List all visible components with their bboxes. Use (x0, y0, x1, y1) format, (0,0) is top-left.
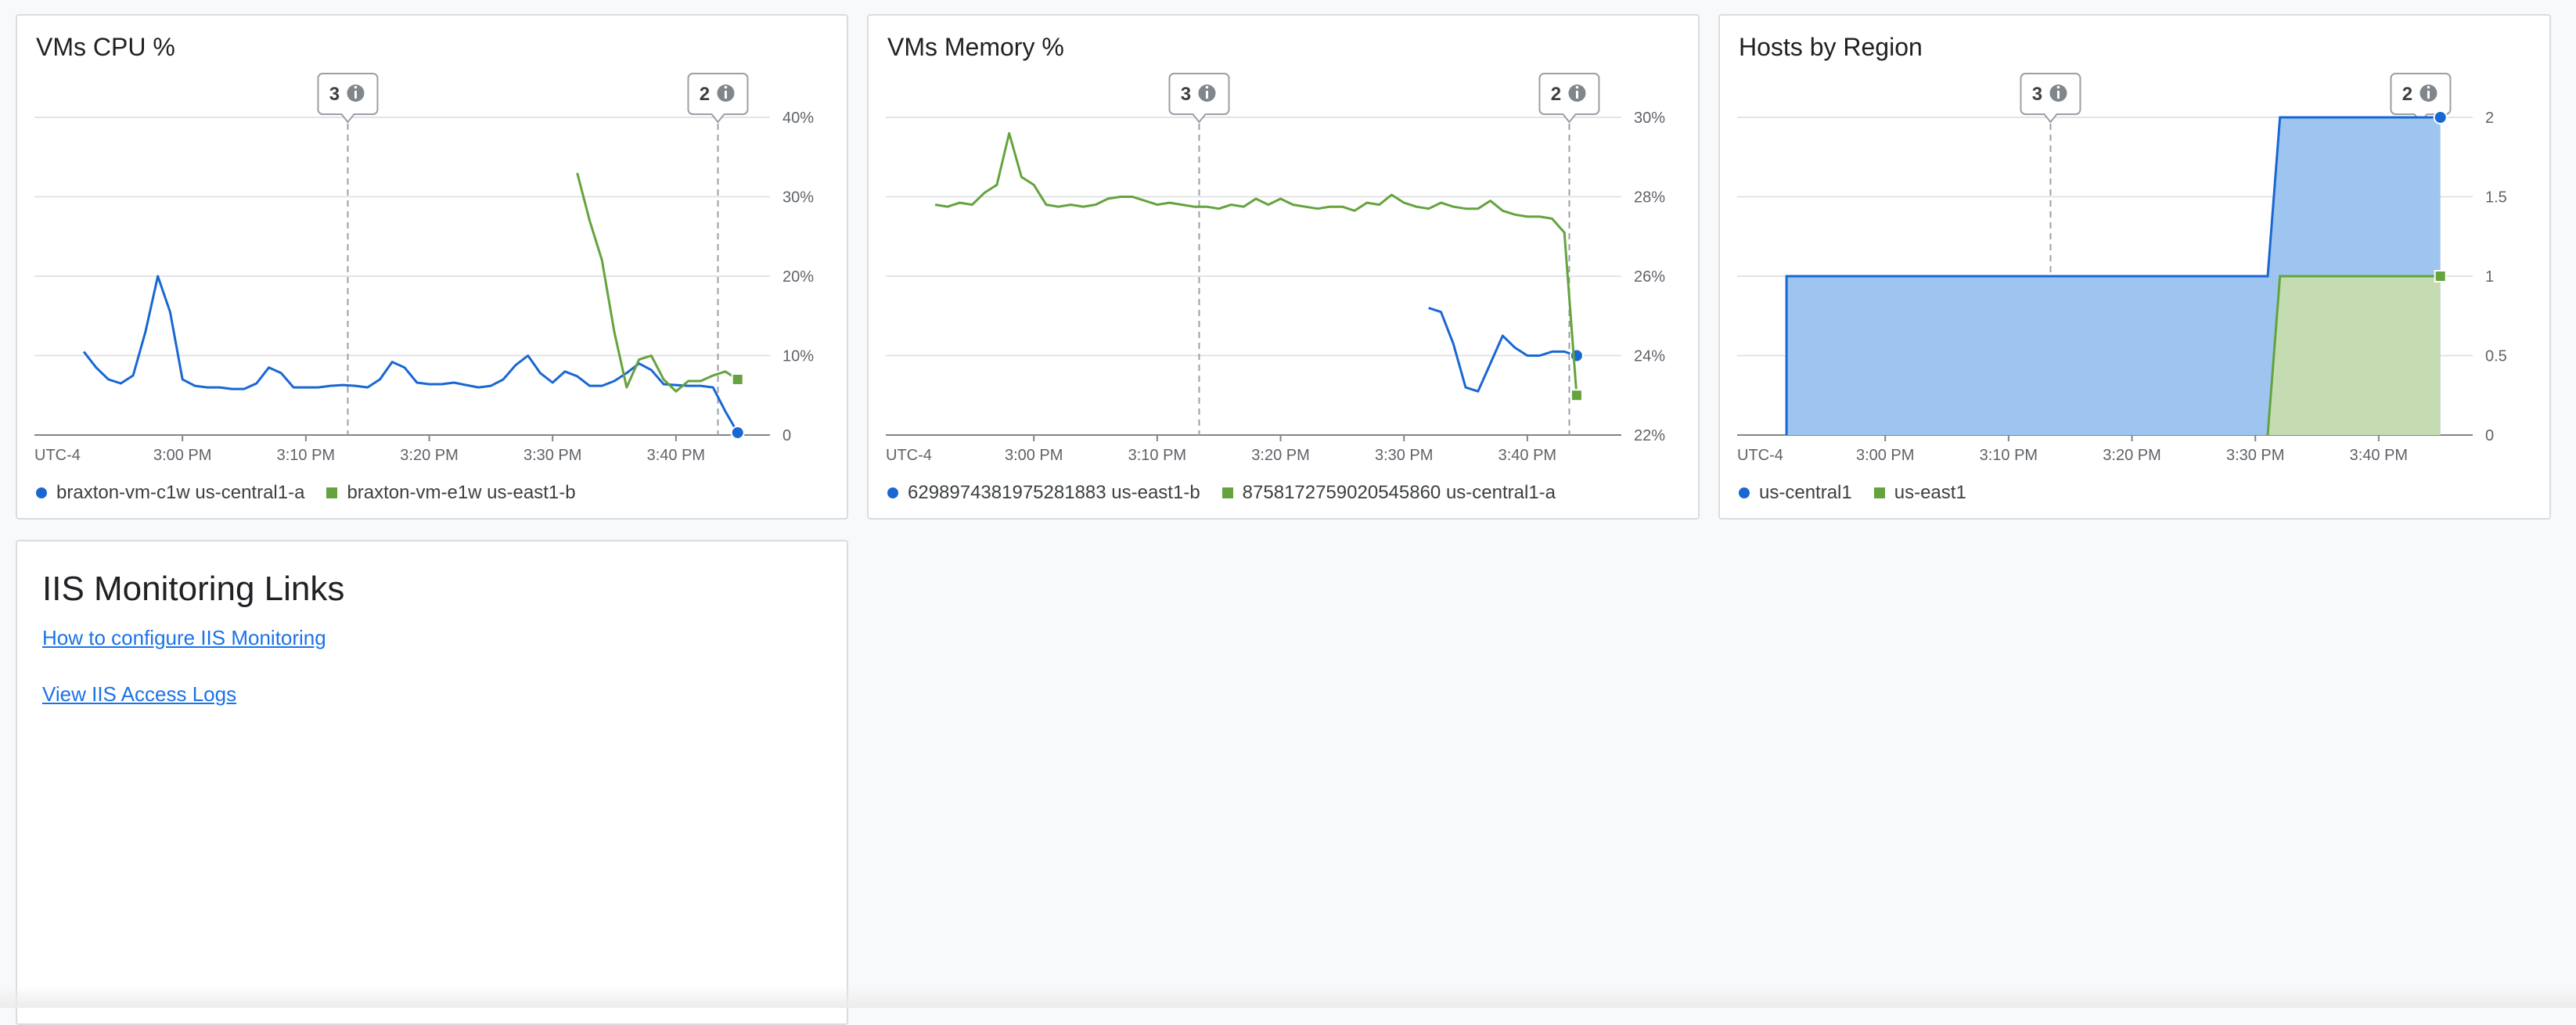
timezone-label: UTC-4 (34, 447, 81, 464)
legend-item[interactable]: 8758172759020545860 us-central1-a (1221, 482, 1556, 504)
info-icon-stem (724, 91, 727, 99)
y-tick-label: 0 (783, 427, 791, 444)
legend-label: 6298974381975281883 us-east1-b (908, 482, 1200, 503)
y-tick-label: 28% (1634, 189, 1665, 207)
x-tick-label: 3:30 PM (2226, 447, 2284, 464)
annotation-count: 3 (2032, 84, 2042, 105)
info-icon-dot (1205, 85, 1209, 89)
series-end-marker (1570, 389, 1583, 402)
legend: braxton-vm-c1w us-central1-a braxton-vm-… (36, 482, 576, 504)
legend-label: us-central1 (1759, 482, 1852, 503)
y-tick-label: 26% (1634, 268, 1665, 286)
info-icon-stem (354, 91, 357, 99)
x-tick-label: 3:10 PM (277, 447, 335, 464)
annotation-badge (1538, 73, 1600, 124)
legend: 6298974381975281883 us-east1-b 875817275… (887, 482, 1556, 504)
legend-dot-icon (1739, 487, 1750, 498)
x-tick-label: 3:00 PM (153, 447, 211, 464)
x-tick-label: 3:20 PM (1251, 447, 1309, 464)
legend-item[interactable]: 6298974381975281883 us-east1-b (887, 482, 1200, 504)
info-icon-stem (1575, 91, 1578, 99)
x-tick-label: 3:20 PM (2103, 447, 2160, 464)
annotation-count: 3 (1181, 84, 1191, 105)
y-tick-label: 1.5 (2485, 189, 2507, 207)
x-tick-label: 3:40 PM (1498, 447, 1556, 464)
timezone-label: UTC-4 (1737, 447, 1783, 464)
annotation-count: 3 (329, 84, 340, 105)
legend-label: braxton-vm-c1w us-central1-a (56, 482, 305, 503)
legend-label: us-east1 (1894, 482, 1966, 503)
x-tick-label: 3:10 PM (1128, 447, 1186, 464)
x-tick-label: 3:00 PM (1856, 447, 1914, 464)
x-tick-label: 3:20 PM (400, 447, 458, 464)
x-tick-label: 3:30 PM (1375, 447, 1433, 464)
info-icon-stem (2427, 91, 2430, 99)
annotation-badge (687, 73, 749, 124)
series-line (576, 172, 739, 393)
y-tick-label: 30% (783, 189, 814, 207)
annotation-badge (317, 73, 379, 124)
timezone-label: UTC-4 (886, 447, 932, 464)
y-tick-label: 22% (1634, 427, 1665, 444)
info-icon-dot (2056, 85, 2060, 89)
legend-square-icon (1873, 487, 1885, 498)
y-tick-label: 0.5 (2485, 348, 2507, 365)
y-tick-label: 30% (1634, 110, 1665, 127)
annotation-count: 2 (2402, 84, 2412, 105)
series-end-marker (2433, 110, 2448, 124)
info-icon-stem (1205, 91, 1208, 99)
annotation-count: 2 (700, 84, 710, 105)
y-tick-label: 10% (783, 348, 814, 365)
series-line (1428, 307, 1578, 393)
legend-item[interactable]: braxton-vm-c1w us-central1-a (36, 482, 304, 504)
legend-dot-icon (36, 487, 47, 498)
x-tick-label: 3:30 PM (523, 447, 581, 464)
y-tick-label: 24% (1634, 348, 1665, 365)
hosts-chart[interactable]: 0 0.5 1 1.5 2 UTC-4 3:00 PM 3:10 PM 3:20 PM 3:30 … (1720, 16, 2553, 469)
info-icon-dot (354, 85, 358, 89)
series-area (2268, 276, 2441, 435)
info-icon-dot (2427, 85, 2430, 89)
hosts-chart-card: Hosts by Region 0 0.5 1 1.5 2 UTC-4 3:00 PM 3:1… (1718, 14, 2551, 520)
legend-dot-icon (887, 487, 898, 498)
x-tick-label: 3:40 PM (647, 447, 705, 464)
annotation-badge (2020, 73, 2081, 124)
y-tick-label: 1 (2485, 268, 2494, 286)
configure-iis-link[interactable]: How to configure IIS Monitoring (42, 626, 326, 650)
legend-item[interactable]: braxton-vm-e1w us-east1-b (326, 482, 576, 504)
series-line (82, 275, 739, 433)
series-end-marker (2434, 270, 2447, 282)
legend-item[interactable]: us-east1 (1873, 482, 1966, 504)
iis-access-logs-link[interactable]: View IIS Access Logs (42, 682, 236, 707)
y-tick-label: 2 (2485, 110, 2494, 127)
legend-square-icon (1221, 487, 1233, 498)
legend: us-central1 us-east1 (1739, 482, 1966, 504)
memory-chart[interactable]: 22% 24% 26% 28% 30% UTC-4 3:00 PM 3:10 PM 3:20 P… (869, 16, 1701, 469)
iis-links-card: IIS Monitoring Links How to configure II… (16, 540, 848, 1025)
cpu-chart[interactable]: 0 10% 20% 30% 40% UTC-4 3:00 PM 3:10 PM 3:20 PM 3… (17, 16, 850, 469)
legend-item[interactable]: us-central1 (1739, 482, 1852, 504)
info-icon-dot (1575, 85, 1579, 89)
legend-label: 8758172759020545860 us-central1-a (1242, 482, 1556, 503)
series-end-marker (731, 372, 744, 386)
page-bottom-shadow (0, 986, 2576, 1008)
cpu-chart-card: VMs CPU % 0 10% 20% 30% 40% UTC-4 3:00 PM 3:10 … (16, 14, 848, 520)
x-tick-label: 3:10 PM (1980, 447, 2038, 464)
y-tick-label: 0 (2485, 427, 2494, 444)
legend-square-icon (326, 487, 338, 498)
links-card-title: IIS Monitoring Links (42, 570, 345, 608)
x-tick-label: 3:40 PM (2350, 447, 2408, 464)
legend-label: braxton-vm-e1w us-east1-b (347, 482, 576, 503)
y-tick-label: 40% (783, 110, 814, 127)
series-end-marker (730, 425, 745, 440)
annotation-count: 2 (1551, 84, 1561, 105)
x-tick-label: 3:00 PM (1005, 447, 1063, 464)
annotation-badge (1168, 73, 1230, 124)
info-icon-dot (724, 85, 728, 89)
info-icon-stem (2056, 91, 2060, 99)
memory-chart-card: VMs Memory % 22% 24% 26% 28% 30% UTC-4 3:00 PM… (867, 14, 1700, 520)
y-tick-label: 20% (783, 268, 814, 286)
